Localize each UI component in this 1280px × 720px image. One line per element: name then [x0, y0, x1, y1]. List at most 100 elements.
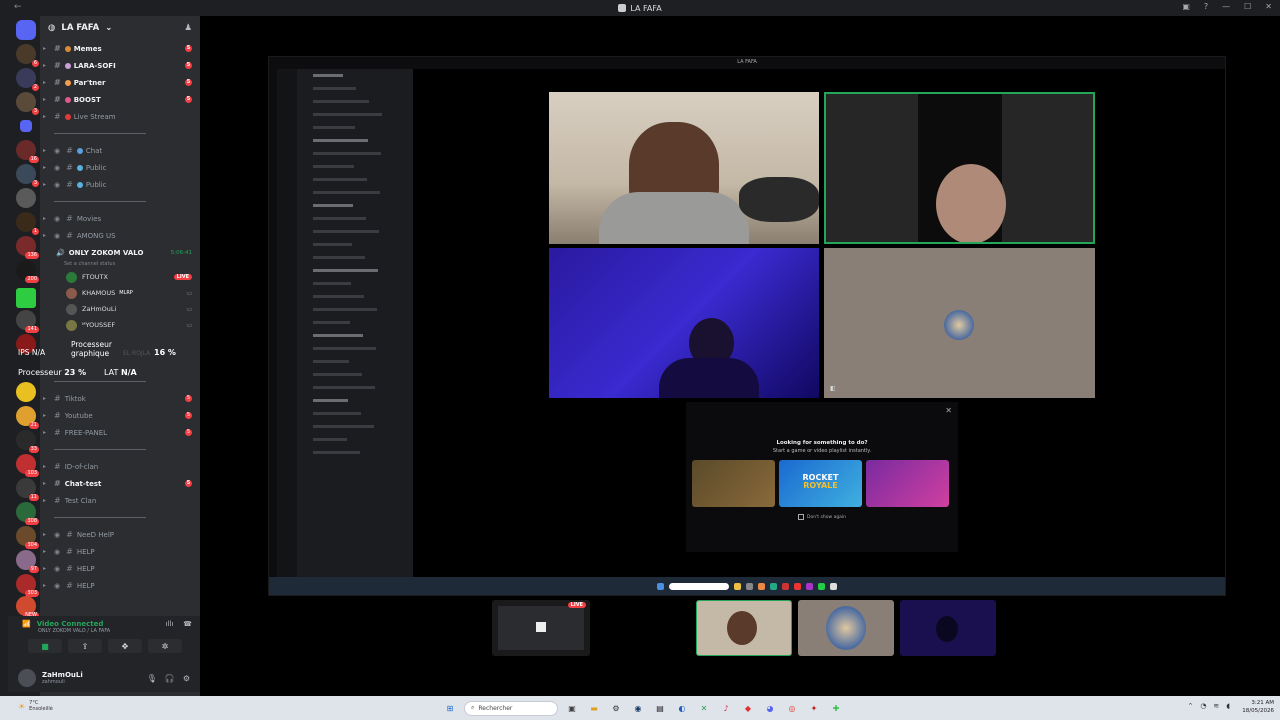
chevron-right-icon[interactable]: ▸ [43, 45, 46, 52]
headphones-icon[interactable]: 🎧 [165, 674, 175, 683]
voice-member[interactable]: FTOUTX LIVE [40, 269, 200, 285]
folder-icon[interactable] [20, 120, 32, 132]
server-icon[interactable] [16, 382, 36, 402]
server-icon[interactable] [16, 188, 36, 208]
server-icon[interactable]: 33 [16, 430, 39, 453]
chrome-icon[interactable]: ◎ [784, 700, 800, 716]
channel-item[interactable]: ▸ # BOOST 5 [40, 91, 200, 108]
weather-widget[interactable]: ☀ 7°C Ensoleillé [18, 700, 53, 712]
server-icon[interactable]: 103 [16, 454, 39, 477]
steam-icon[interactable]: ◉ [630, 700, 646, 716]
inbox-icon[interactable]: ▣ [1182, 2, 1190, 11]
chevron-right-icon[interactable]: ▸ [43, 62, 46, 69]
server-icon[interactable]: 2 [16, 68, 39, 91]
server-icon[interactable]: 200 [16, 260, 39, 283]
chevron-right-icon[interactable]: ▸ [43, 164, 46, 171]
chevron-right-icon[interactable]: ▸ [43, 429, 46, 436]
stream-thumbnail[interactable]: LIVE [492, 600, 590, 656]
chevron-right-icon[interactable]: ▸ [43, 96, 46, 103]
close-icon[interactable]: ✕ [1265, 2, 1272, 11]
disconnect-icon[interactable]: ☎ [183, 620, 192, 628]
server-icon[interactable]: 304 [16, 526, 39, 549]
channel-item[interactable]: ▸ ◉ # NeeD HelP [40, 526, 200, 543]
activity-card-rocket-bot-royale[interactable]: ROCKET ROYALE [779, 460, 862, 507]
channel-item[interactable]: ▸ # Live Stream [40, 108, 200, 125]
chevron-up-icon[interactable]: ⌃ [1187, 702, 1193, 710]
server-icon[interactable]: 141 [16, 310, 39, 333]
channel-item[interactable]: ▸ ◉ # Public [40, 176, 200, 193]
channel-item[interactable]: ▸ ◉ # Movies [40, 210, 200, 227]
server-icon[interactable]: 21 [16, 406, 39, 429]
channel-item[interactable]: ▸ # Par'tner 5 [40, 74, 200, 91]
xbox-icon[interactable]: ✕ [696, 700, 712, 716]
minimize-icon[interactable]: — [1222, 2, 1230, 11]
channel-item[interactable]: ▸ ◉ # HELP [40, 543, 200, 560]
chevron-right-icon[interactable]: ▸ [43, 497, 46, 504]
server-icon[interactable]: 1 [16, 212, 39, 235]
taskbar-clock[interactable]: 3:21 AM 18/05/2026 [1242, 699, 1274, 715]
file-explorer-icon[interactable]: ▬ [586, 700, 602, 716]
server-icon[interactable]: 308 [16, 502, 39, 525]
voice-channel[interactable]: 🔊 ONLY ZOKOM VALO 5:06:41 [40, 244, 200, 261]
chevron-right-icon[interactable]: ▸ [43, 565, 46, 572]
chevron-right-icon[interactable]: ▸ [43, 215, 46, 222]
taskbar-search[interactable]: ⌕ Rechercher [464, 700, 558, 716]
voice-member[interactable]: ZaHmOuLi ▭ [40, 301, 200, 317]
channel-item[interactable]: ▸ ◉ # Public [40, 159, 200, 176]
chevron-right-icon[interactable]: ▸ [43, 79, 46, 86]
server-icon[interactable]: 11 [16, 478, 39, 501]
chevron-right-icon[interactable]: ▸ [43, 113, 46, 120]
discord-home-icon[interactable] [16, 20, 36, 40]
server-icon[interactable]: 303 [16, 574, 39, 597]
close-icon[interactable]: ✕ [945, 406, 952, 415]
add-member-icon[interactable]: ♟ [184, 23, 192, 33]
channel-item[interactable]: ▸ ◉ # HELP [40, 560, 200, 577]
chevron-right-icon[interactable]: ▸ [43, 582, 46, 589]
app-icon[interactable]: ♪ [718, 700, 734, 716]
noise-suppression-icon[interactable]: ıllı [165, 620, 173, 628]
app-icon[interactable]: ✚ [828, 700, 844, 716]
settings-gear-icon[interactable]: ⚙ [183, 674, 190, 683]
network-icon[interactable]: ◔ [1200, 702, 1206, 710]
server-icon[interactable]: 97 [16, 550, 39, 573]
chevron-right-icon[interactable]: ▸ [43, 147, 46, 154]
activity-card[interactable] [866, 460, 949, 507]
server-icon[interactable]: 6 [16, 44, 39, 67]
channel-item[interactable]: ▸ # Test Clan [40, 492, 200, 509]
volume-icon[interactable]: ◖ [1226, 702, 1230, 710]
chevron-right-icon[interactable]: ▸ [43, 232, 46, 239]
channel-item[interactable]: ▸ # LARA-SOFI 5 [40, 57, 200, 74]
server-icon[interactable]: 136 [16, 236, 39, 259]
chevron-right-icon[interactable]: ▸ [43, 531, 46, 538]
video-tile-avatar[interactable]: ◧ [824, 248, 1095, 398]
server-header[interactable]: ◍ LA FAFA ⌄ ♟ [40, 16, 200, 40]
task-view-icon[interactable]: ▣ [564, 700, 580, 716]
epic-games-icon[interactable]: ▤ [652, 700, 668, 716]
microphone-icon[interactable]: 🎙 [147, 674, 157, 683]
video-tile[interactable] [549, 92, 819, 244]
video-tile-speaking[interactable] [824, 92, 1095, 244]
screen-share-button[interactable]: ⇪ [68, 639, 102, 653]
chevron-right-icon[interactable]: ▸ [43, 480, 46, 487]
channel-item[interactable]: ▸ ◉ # AMONG US [40, 227, 200, 244]
channel-item[interactable]: ▸ # ID-of-clan [40, 458, 200, 475]
chevron-right-icon[interactable]: ▸ [43, 412, 46, 419]
browser-icon[interactable]: ◐ [674, 700, 690, 716]
chevron-right-icon[interactable]: ▸ [43, 395, 46, 402]
valorant-icon[interactable]: ◆ [740, 700, 756, 716]
server-icon[interactable]: 3 [16, 164, 39, 187]
windows-start-icon[interactable]: ⊞ [442, 700, 458, 716]
chevron-right-icon[interactable]: ▸ [43, 548, 46, 555]
channel-item[interactable]: ▸ # Memes 5 [40, 40, 200, 57]
video-tile[interactable] [549, 248, 819, 398]
participant-thumbnail[interactable] [798, 600, 894, 656]
maximize-icon[interactable]: ☐ [1244, 2, 1251, 11]
dont-show-checkbox[interactable]: Don't show again [798, 514, 846, 520]
channel-status[interactable]: Set a channel status [40, 261, 200, 269]
server-icon[interactable]: 16 [16, 140, 39, 163]
soundboard-button[interactable]: ✲ [148, 639, 182, 653]
activity-card[interactable] [692, 460, 775, 507]
help-icon[interactable]: ? [1204, 2, 1208, 11]
channel-item[interactable]: ▸ # Youtube 5 [40, 407, 200, 424]
riot-icon[interactable]: ✦ [806, 700, 822, 716]
